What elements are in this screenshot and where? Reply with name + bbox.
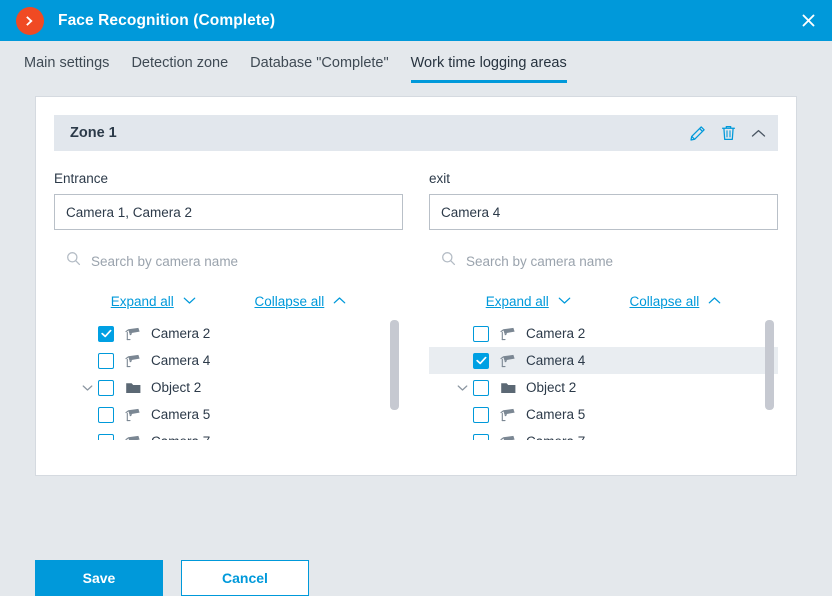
exit-collapse-all-label: Collapse all xyxy=(629,293,700,309)
close-icon[interactable] xyxy=(792,5,824,37)
tree-row-checkbox[interactable] xyxy=(98,406,114,423)
exit-expand-all-label: Expand all xyxy=(485,293,549,309)
tree-row-checkbox[interactable] xyxy=(98,352,114,369)
title-bar: Face Recognition (Complete) xyxy=(0,0,832,41)
exit-camera-tree: Camera 2 Camera 4 Object 2 Camera 5 Camera 7 xyxy=(429,320,778,440)
cctv-camera-icon xyxy=(500,354,517,368)
cctv-camera-icon xyxy=(125,435,142,440)
tab-work-time-logging-areas[interactable]: Work time logging areas xyxy=(410,41,567,83)
tree-row-checkbox[interactable] xyxy=(98,379,114,396)
exit-tree-tools: Expand all Collapse all xyxy=(429,292,778,310)
chevron-right-circle-icon xyxy=(16,6,44,35)
tree-row-checkbox[interactable] xyxy=(473,406,489,423)
search-icon xyxy=(441,251,456,271)
tree-row[interactable]: Camera 4 xyxy=(429,347,778,374)
tree-row-label: Camera 7 xyxy=(526,434,585,440)
exit-search-input[interactable] xyxy=(466,253,778,269)
entrance-collapse-all-button[interactable]: Collapse all xyxy=(254,292,346,310)
zone-title: Zone 1 xyxy=(70,125,117,141)
entrance-tree-rows: Camera 2 Camera 4 Object 2 Camera 5 Camera 7 xyxy=(54,320,403,440)
exit-expand-all-button[interactable]: Expand all xyxy=(486,292,571,310)
tree-row[interactable]: Object 2 xyxy=(429,374,778,401)
chevron-up-icon xyxy=(708,292,721,310)
chevron-down-icon[interactable] xyxy=(451,384,473,392)
entrance-cameras-field[interactable] xyxy=(54,194,403,230)
tree-row[interactable]: Camera 2 xyxy=(429,320,778,347)
save-button[interactable]: Save xyxy=(35,560,163,596)
tree-row-checkbox[interactable] xyxy=(473,379,489,396)
chevron-up-icon xyxy=(333,292,346,310)
exit-label: exit xyxy=(429,171,451,186)
cctv-camera-icon xyxy=(500,408,517,422)
zones-card: Zone 1 Entrance Camera 1, Camera 2 Searc… xyxy=(35,96,797,476)
tab-detection-zone[interactable]: Detection zone xyxy=(131,41,228,83)
tree-row-checkbox[interactable] xyxy=(473,325,489,342)
tree-row-label: Object 2 xyxy=(526,380,577,395)
tab-bar: Main settings Detection zone Database "C… xyxy=(0,41,832,96)
cancel-button[interactable]: Cancel xyxy=(181,560,309,596)
entrance-panel: Entrance Expa xyxy=(54,151,403,440)
tree-row-checkbox[interactable] xyxy=(473,433,489,440)
tree-row-checkbox[interactable] xyxy=(473,352,489,369)
content-area: Zone 1 Entrance Camera 1, Camera 2 Searc… xyxy=(0,96,832,534)
cctv-camera-icon xyxy=(500,327,517,341)
tree-row[interactable]: Camera 7 xyxy=(429,428,778,440)
tree-row-label: Camera 4 xyxy=(526,353,586,368)
chevron-down-icon[interactable] xyxy=(76,384,98,392)
tree-row[interactable]: Object 2 xyxy=(54,374,403,401)
folder-icon xyxy=(125,381,142,395)
folder-icon xyxy=(500,381,517,395)
entrance-tree-tools: Expand all Collapse all xyxy=(54,292,403,310)
tree-row[interactable]: Camera 7 xyxy=(54,428,403,440)
tree-row-label: Camera 7 xyxy=(151,434,210,440)
search-icon xyxy=(66,251,81,271)
tree-row[interactable]: Camera 2 xyxy=(54,320,403,347)
chevron-down-icon xyxy=(183,292,196,310)
trash-icon[interactable] xyxy=(720,124,737,142)
zone-columns: Entrance Expa xyxy=(36,151,796,440)
tree-row-label: Camera 4 xyxy=(151,353,211,368)
exit-search-row xyxy=(429,244,778,278)
tree-row-checkbox[interactable] xyxy=(98,433,114,440)
exit-cameras-field[interactable] xyxy=(429,194,778,230)
entrance-camera-tree: Camera 2 Camera 4 Object 2 Camera 5 Camera 7 xyxy=(54,320,403,440)
tree-row-label: Camera 5 xyxy=(526,407,586,422)
zone-actions xyxy=(689,124,766,142)
tree-row-label: Object 2 xyxy=(151,380,202,395)
window-title: Face Recognition (Complete) xyxy=(58,11,276,29)
entrance-collapse-all-label: Collapse all xyxy=(254,293,325,309)
tree-row[interactable]: Camera 5 xyxy=(54,401,403,428)
entrance-search-input[interactable] xyxy=(91,253,403,269)
exit-collapse-all-button[interactable]: Collapse all xyxy=(629,292,721,310)
tree-row-label: Camera 2 xyxy=(151,326,211,341)
entrance-search-row xyxy=(54,244,403,278)
chevron-down-icon xyxy=(558,292,571,310)
entrance-expand-all-button[interactable]: Expand all xyxy=(111,292,196,310)
cctv-camera-icon xyxy=(125,408,142,422)
exit-panel: exit Expand a xyxy=(429,151,778,440)
tree-row-label: Camera 5 xyxy=(151,407,211,422)
chevron-up-icon[interactable] xyxy=(751,128,766,139)
zone-header: Zone 1 xyxy=(54,115,778,151)
entrance-expand-all-label: Expand all xyxy=(110,293,174,309)
tab-database-complete[interactable]: Database "Complete" xyxy=(250,41,388,83)
entrance-label: Entrance xyxy=(54,171,109,186)
tab-main-settings[interactable]: Main settings xyxy=(24,41,109,83)
dialog-footer: Save Cancel xyxy=(0,534,832,596)
cctv-camera-icon xyxy=(125,327,142,341)
tree-row[interactable]: Camera 4 xyxy=(54,347,403,374)
scrollbar-thumb[interactable] xyxy=(390,320,399,410)
cctv-camera-icon xyxy=(125,354,142,368)
tree-row-checkbox[interactable] xyxy=(98,325,114,342)
dialog-window: Face Recognition (Complete) Main setting… xyxy=(0,0,832,596)
exit-tree-rows: Camera 2 Camera 4 Object 2 Camera 5 Camera 7 xyxy=(429,320,778,440)
exit-tree-scrollbar[interactable] xyxy=(765,320,774,440)
tree-row[interactable]: Camera 5 xyxy=(429,401,778,428)
tree-row-label: Camera 2 xyxy=(526,326,586,341)
scrollbar-thumb[interactable] xyxy=(765,320,774,410)
cctv-camera-icon xyxy=(500,435,517,440)
entrance-tree-scrollbar[interactable] xyxy=(390,320,399,440)
pencil-icon[interactable] xyxy=(689,125,706,142)
